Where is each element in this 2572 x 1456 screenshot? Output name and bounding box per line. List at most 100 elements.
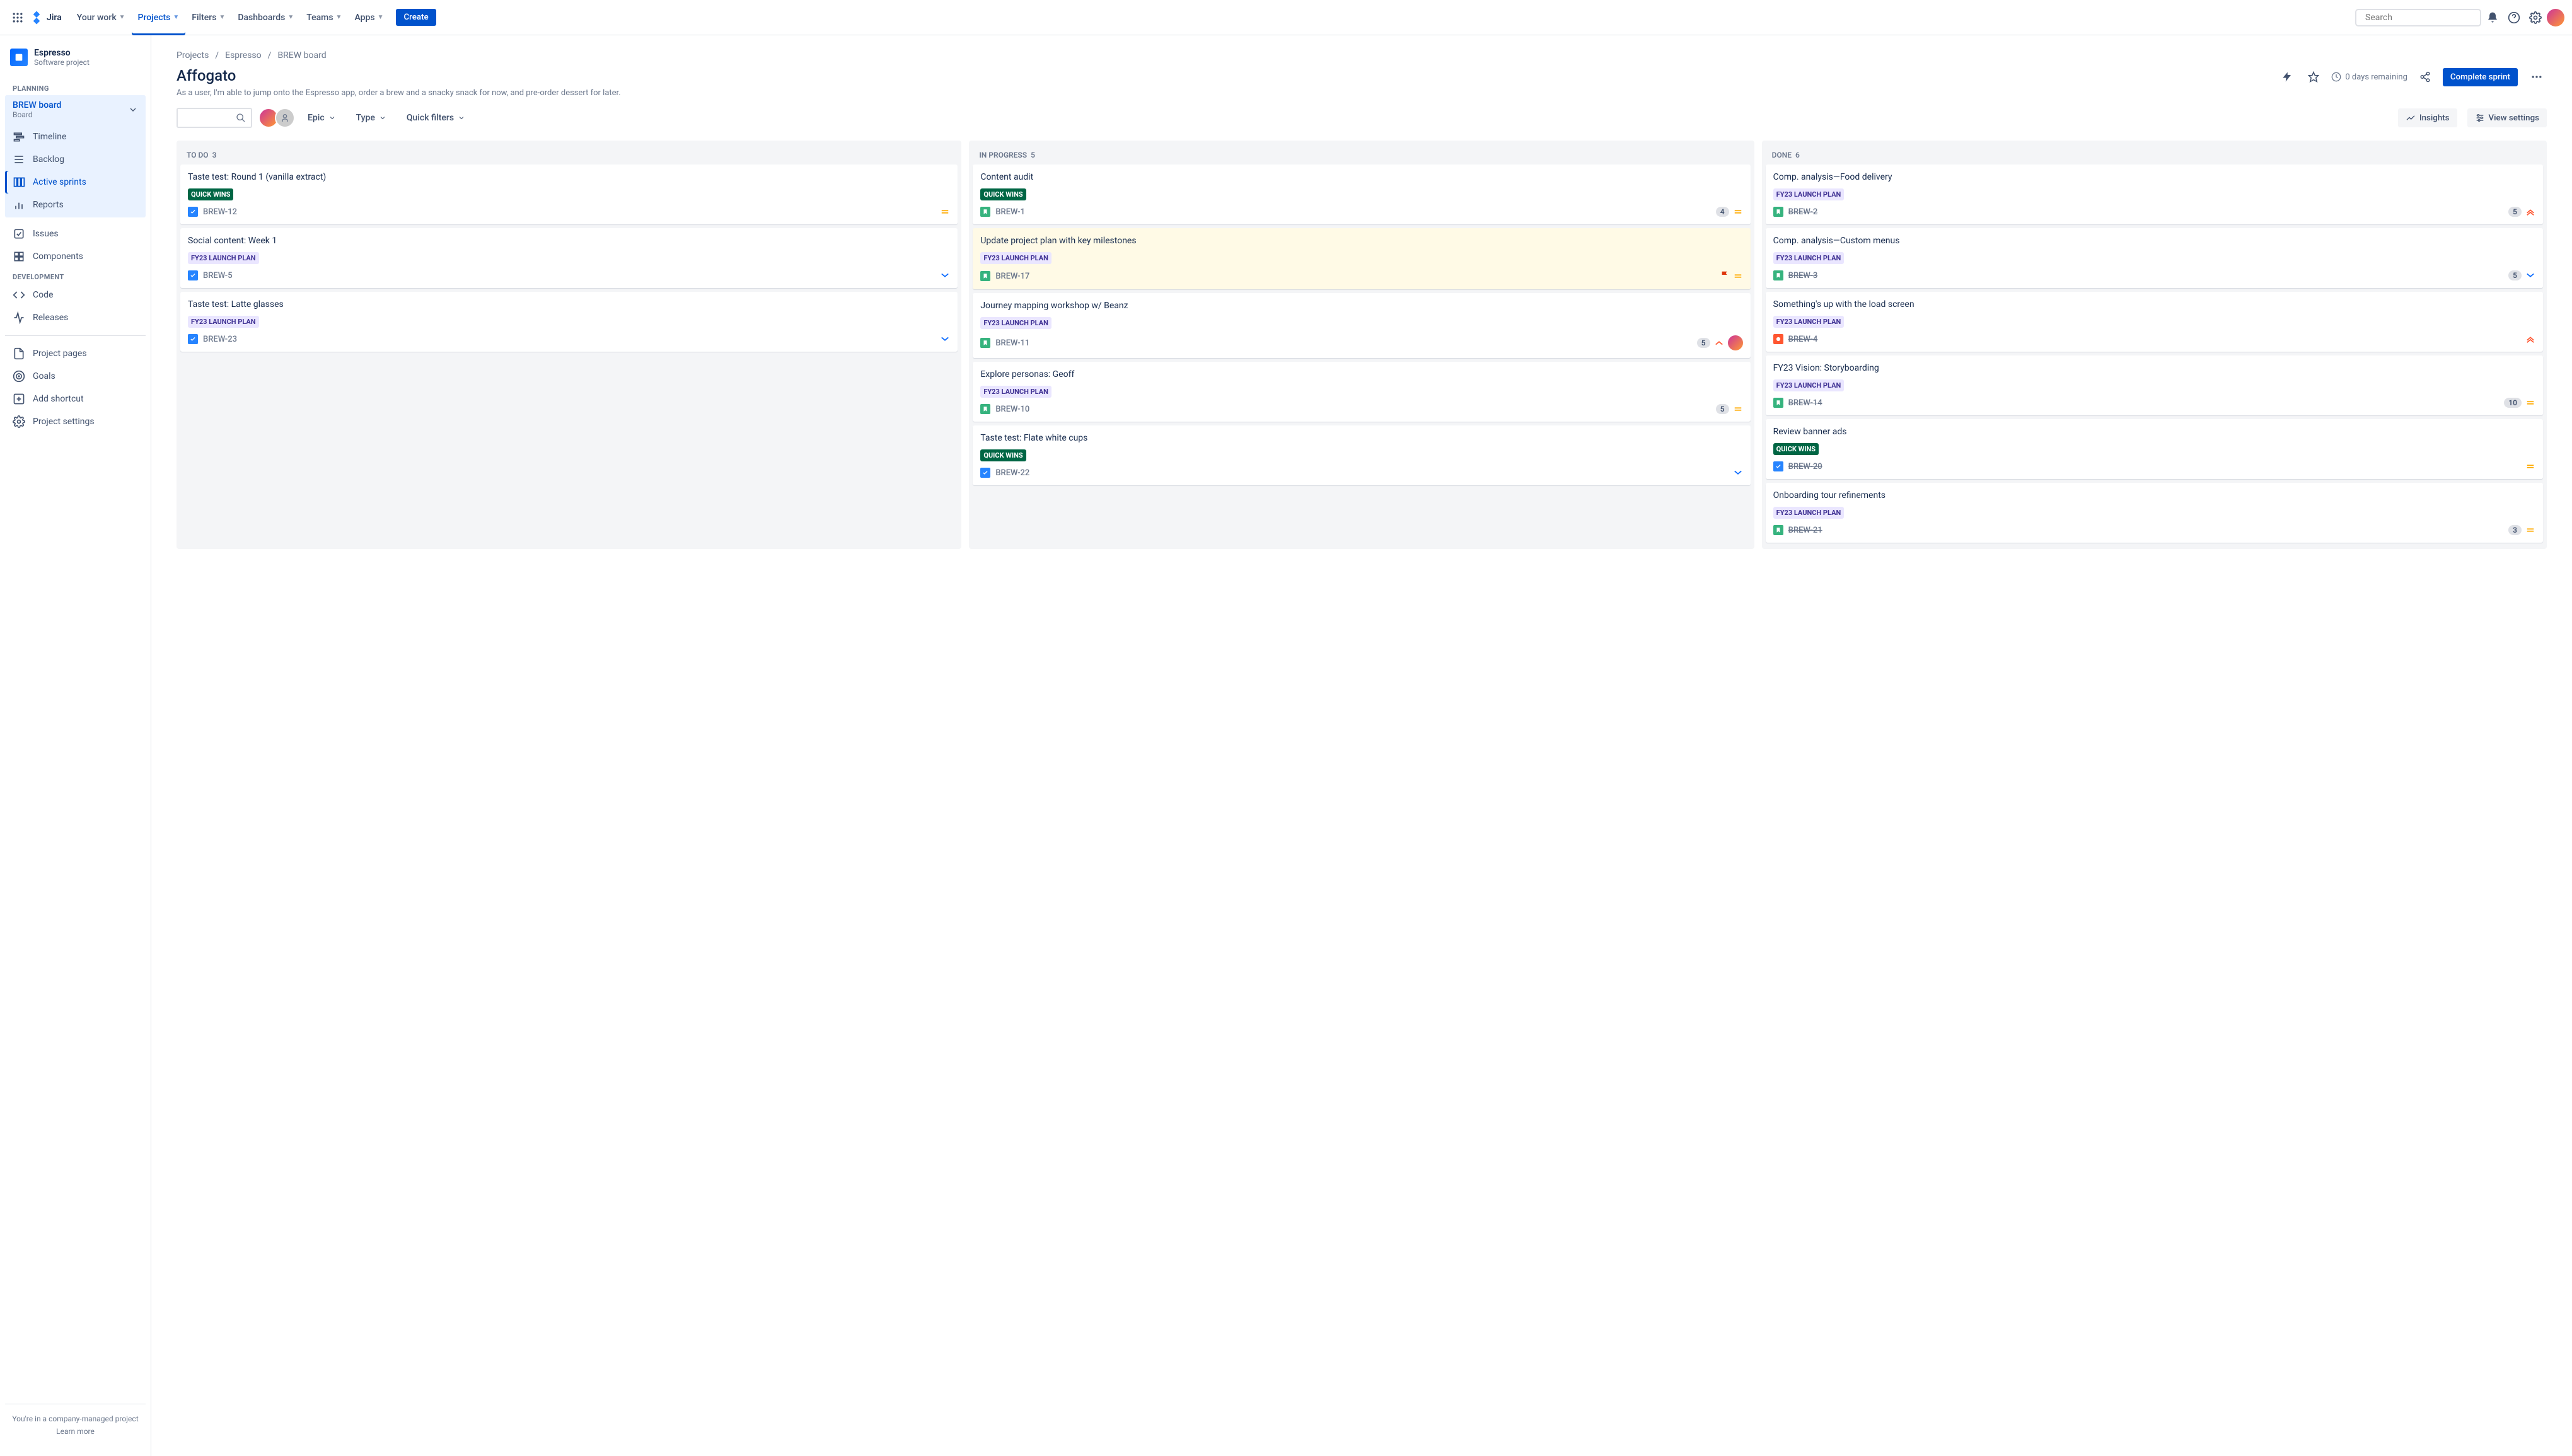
sidebar-board-title: BREW board [13, 100, 61, 110]
epic-tag[interactable]: FY23 LAUNCH PLAN [1773, 188, 1845, 200]
sidebar-footer-text: You're in a company-managed project [10, 1414, 141, 1423]
global-search-input[interactable] [2365, 13, 2477, 23]
epic-tag[interactable]: QUICK WINS [1773, 443, 1819, 455]
card-title: Something's up with the load screen [1773, 299, 2535, 309]
sidebar-item-components[interactable]: Components [5, 245, 146, 268]
sidebar-item-reports[interactable]: Reports [5, 194, 146, 216]
sidebar-item-releases[interactable]: Releases [5, 306, 146, 329]
issue-card[interactable]: Something's up with the load screen FY23… [1766, 292, 2543, 352]
epic-tag[interactable]: FY23 LAUNCH PLAN [1773, 507, 1845, 519]
help-icon[interactable] [2504, 8, 2524, 28]
issue-key[interactable]: BREW-5 [203, 271, 233, 280]
sidebar-learn-more-link[interactable]: Learn more [10, 1427, 141, 1436]
profile-avatar[interactable] [2547, 9, 2564, 26]
issue-key[interactable]: BREW-17 [995, 272, 1029, 281]
epic-tag[interactable]: QUICK WINS [980, 188, 1026, 200]
more-actions-button[interactable] [2527, 67, 2547, 87]
nav-item-your-work[interactable]: Your work▼ [71, 0, 132, 35]
nav-item-filters[interactable]: Filters▼ [185, 0, 231, 35]
card-title: Taste test: Round 1 (vanilla extract) [188, 172, 950, 182]
issue-card[interactable]: Taste test: Latte glasses FY23 LAUNCH PL… [180, 292, 958, 352]
epic-tag[interactable]: QUICK WINS [188, 188, 233, 200]
sidebar-item-goals[interactable]: Goals [5, 365, 146, 388]
issue-card[interactable]: Journey mapping workshop w/ Beanz FY23 L… [973, 293, 1750, 358]
issue-key[interactable]: BREW-12 [203, 207, 237, 217]
priority-medium-icon [1733, 207, 1743, 217]
issue-card[interactable]: Social content: Week 1 FY23 LAUNCH PLAN … [180, 228, 958, 288]
epic-tag[interactable]: FY23 LAUNCH PLAN [1773, 252, 1845, 264]
card-title: Review banner ads [1773, 427, 2535, 437]
story-points: 5 [1697, 338, 1710, 348]
filter-epic[interactable]: Epic [305, 109, 339, 127]
issue-key[interactable]: BREW-4 [1788, 335, 1818, 344]
issue-card[interactable]: Explore personas: Geoff FY23 LAUNCH PLAN… [973, 362, 1750, 422]
breadcrumb-item[interactable]: Espresso [225, 50, 262, 61]
epic-tag[interactable]: FY23 LAUNCH PLAN [980, 252, 1051, 264]
sidebar-item-issues[interactable]: Issues [5, 222, 146, 245]
breadcrumb-item[interactable]: BREW board [277, 50, 326, 61]
view-settings-button[interactable]: View settings [2467, 108, 2547, 127]
epic-tag[interactable]: QUICK WINS [980, 449, 1026, 461]
app-switcher-icon[interactable] [8, 8, 28, 28]
issue-card[interactable]: Update project plan with key milestones … [973, 228, 1750, 289]
issue-key[interactable]: BREW-2 [1788, 207, 1818, 217]
issue-key[interactable]: BREW-10 [995, 405, 1029, 414]
issue-card[interactable]: Review banner ads QUICK WINS BREW-20 [1766, 419, 2543, 479]
issue-key[interactable]: BREW-20 [1788, 462, 1822, 471]
filter-type[interactable]: Type [354, 109, 389, 127]
epic-tag[interactable]: FY23 LAUNCH PLAN [1773, 316, 1845, 328]
issue-key[interactable]: BREW-11 [995, 338, 1029, 348]
sidebar-item-code[interactable]: Code [5, 284, 146, 306]
nav-item-apps[interactable]: Apps▼ [348, 0, 390, 35]
breadcrumb-item[interactable]: Projects [177, 50, 209, 61]
sidebar-item-project-pages[interactable]: Project pages [5, 342, 146, 365]
issue-key[interactable]: BREW-21 [1788, 526, 1822, 535]
sidebar-item-backlog[interactable]: Backlog [5, 148, 146, 171]
share-icon[interactable] [2416, 68, 2434, 86]
issue-card[interactable]: Comp. analysis—Food delivery FY23 LAUNCH… [1766, 165, 2543, 224]
create-button[interactable]: Create [396, 9, 436, 26]
epic-tag[interactable]: FY23 LAUNCH PLAN [980, 386, 1051, 398]
assignee-avatar[interactable] [1728, 335, 1743, 350]
sidebar-item-active-sprints[interactable]: Active sprints [5, 171, 146, 194]
epic-tag[interactable]: FY23 LAUNCH PLAN [980, 317, 1051, 329]
nav-item-dashboards[interactable]: Dashboards▼ [231, 0, 300, 35]
sidebar-board-selector[interactable]: BREW board Board [5, 95, 146, 124]
issue-key[interactable]: BREW-23 [203, 335, 237, 344]
issue-card[interactable]: Comp. analysis—Custom menus FY23 LAUNCH … [1766, 228, 2543, 288]
issue-key[interactable]: BREW-1 [995, 207, 1025, 217]
issue-key[interactable]: BREW-3 [1788, 271, 1818, 280]
issue-key[interactable]: BREW-22 [995, 468, 1029, 478]
issue-card[interactable]: FY23 Vision: Storyboarding FY23 LAUNCH P… [1766, 355, 2543, 415]
sidebar-item-add-shortcut[interactable]: Add shortcut [5, 388, 146, 410]
notifications-icon[interactable] [2482, 8, 2503, 28]
column-title: DONE [1772, 151, 1792, 159]
board-search[interactable] [177, 108, 252, 128]
nav-item-teams[interactable]: Teams▼ [300, 0, 348, 35]
jira-logo[interactable]: Jira [29, 10, 62, 25]
page-description: As a user, I'm able to jump onto the Esp… [177, 88, 621, 98]
automation-icon[interactable] [2278, 68, 2296, 86]
issue-card[interactable]: Onboarding tour refinements FY23 LAUNCH … [1766, 483, 2543, 543]
sidebar-item-project-settings[interactable]: Project settings [5, 410, 146, 433]
issue-card[interactable]: Taste test: Round 1 (vanilla extract) QU… [180, 165, 958, 224]
global-search[interactable] [2355, 9, 2481, 26]
nav-item-projects[interactable]: Projects▼ [132, 0, 186, 35]
sidebar-item-timeline[interactable]: Timeline [5, 125, 146, 148]
epic-tag[interactable]: FY23 LAUNCH PLAN [1773, 379, 1845, 391]
assignee-filter[interactable] [262, 108, 295, 128]
issue-card[interactable]: Content audit QUICK WINS BREW-1 4 [973, 165, 1750, 224]
project-header[interactable]: Espresso Software project [5, 45, 146, 69]
star-icon[interactable] [2305, 68, 2322, 86]
insights-button[interactable]: Insights [2398, 108, 2457, 127]
add-people-icon[interactable] [275, 108, 295, 128]
issue-card[interactable]: Taste test: Flate white cups QUICK WINS … [973, 425, 1750, 485]
story-points: 4 [1716, 207, 1729, 217]
settings-icon[interactable] [2525, 8, 2546, 28]
epic-tag[interactable]: FY23 LAUNCH PLAN [188, 252, 259, 264]
complete-sprint-button[interactable]: Complete sprint [2443, 68, 2518, 86]
issue-type-story-icon [980, 404, 990, 414]
epic-tag[interactable]: FY23 LAUNCH PLAN [188, 316, 259, 328]
issue-key[interactable]: BREW-14 [1788, 398, 1822, 408]
filter-quick-filters[interactable]: Quick filters [404, 109, 468, 127]
